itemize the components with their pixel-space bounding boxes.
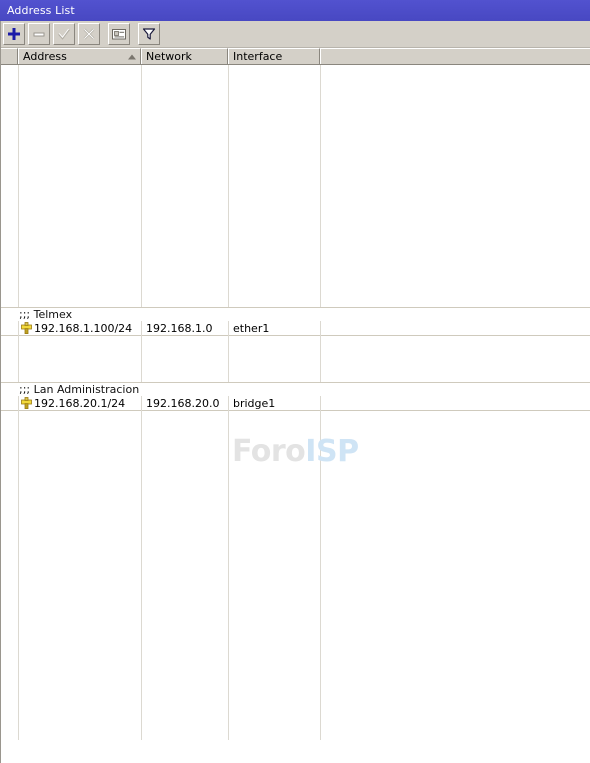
cross-icon bbox=[83, 28, 95, 40]
enable-button[interactable] bbox=[53, 23, 75, 45]
funnel-icon bbox=[142, 28, 156, 40]
comment-button[interactable] bbox=[108, 23, 130, 45]
cell-interface: bridge1 bbox=[229, 395, 321, 411]
table-row[interactable]: 192.168.20.1/24 192.168.20.0 bridge1 bbox=[1, 395, 590, 411]
column-header-address-label: Address bbox=[23, 50, 67, 63]
column-header-spacer bbox=[320, 48, 590, 64]
address-pin-icon bbox=[19, 397, 34, 409]
plus-icon bbox=[8, 28, 20, 40]
cell-network: 192.168.20.0 bbox=[142, 395, 229, 411]
watermark-part1: Foro bbox=[232, 434, 306, 469]
table-row[interactable]: 192.168.1.100/24 192.168.1.0 ether1 bbox=[1, 320, 590, 336]
cell-network: 192.168.1.0 bbox=[142, 320, 229, 336]
column-header-network-label: Network bbox=[146, 50, 192, 63]
cell-address-text: 192.168.20.1/24 bbox=[34, 396, 126, 410]
address-list-window: Address List Address Network Interface F… bbox=[0, 0, 590, 763]
watermark-part2: ISP bbox=[305, 434, 359, 469]
sort-ascending-icon bbox=[128, 54, 136, 59]
row-gutter bbox=[1, 320, 19, 336]
cell-spacer bbox=[321, 321, 590, 336]
comment-icon bbox=[111, 28, 126, 39]
cell-address: 192.168.20.1/24 bbox=[19, 395, 142, 411]
column-header-interface[interactable]: Interface bbox=[228, 48, 320, 64]
filter-button[interactable] bbox=[138, 23, 160, 45]
remove-button[interactable] bbox=[28, 23, 50, 45]
add-button[interactable] bbox=[3, 23, 25, 45]
cell-interface: ether1 bbox=[229, 320, 321, 336]
address-pin-icon bbox=[19, 322, 34, 334]
window-title: Address List bbox=[7, 4, 75, 17]
column-header-network[interactable]: Network bbox=[141, 48, 228, 64]
cell-address: 192.168.1.100/24 bbox=[19, 320, 142, 336]
row-gutter bbox=[1, 395, 19, 411]
column-header-address[interactable]: Address bbox=[18, 48, 141, 64]
toolbar bbox=[0, 21, 590, 48]
cell-address-text: 192.168.1.100/24 bbox=[34, 321, 133, 335]
watermark-foroisp: ForoISP bbox=[232, 434, 359, 469]
table-column-header: Address Network Interface bbox=[0, 48, 590, 65]
address-table-body[interactable]: ForoISP ;;; Telmex 192.168.1.100/24 192.… bbox=[0, 65, 590, 740]
column-header-interface-label: Interface bbox=[233, 50, 283, 63]
window-titlebar: Address List bbox=[0, 0, 590, 21]
cell-spacer bbox=[321, 396, 590, 411]
column-header-gutter bbox=[0, 48, 18, 64]
disable-button[interactable] bbox=[78, 23, 100, 45]
minus-icon bbox=[33, 32, 45, 37]
check-icon bbox=[58, 28, 70, 40]
